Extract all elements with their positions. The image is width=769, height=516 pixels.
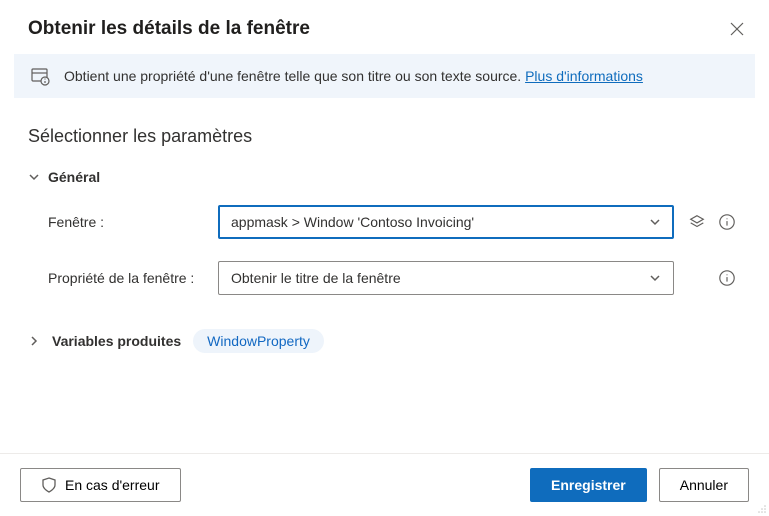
- chevron-down-icon: [649, 272, 661, 284]
- close-icon[interactable]: [729, 21, 745, 37]
- window-label: Fenêtre :: [28, 214, 218, 230]
- window-select[interactable]: appmask > Window 'Contoso Invoicing': [218, 205, 674, 239]
- chevron-down-icon: [649, 216, 661, 228]
- info-icon[interactable]: [718, 213, 736, 231]
- shield-icon: [41, 477, 57, 493]
- window-select-value: appmask > Window 'Contoso Invoicing': [231, 214, 474, 230]
- property-select-value: Obtenir le titre de la fenêtre: [231, 270, 401, 286]
- save-button[interactable]: Enregistrer: [530, 468, 647, 502]
- group-general-header[interactable]: Général: [28, 169, 741, 185]
- section-title: Sélectionner les paramètres: [28, 126, 741, 147]
- on-error-label: En cas d'erreur: [65, 477, 160, 493]
- layers-icon[interactable]: [688, 213, 706, 231]
- banner-text: Obtient une propriété d'une fenêtre tell…: [64, 68, 525, 84]
- info-banner: Obtient une propriété d'une fenêtre tell…: [14, 54, 755, 98]
- window-info-icon: [30, 66, 50, 86]
- on-error-button[interactable]: En cas d'erreur: [20, 468, 181, 502]
- property-select[interactable]: Obtenir le titre de la fenêtre: [218, 261, 674, 295]
- property-label: Propriété de la fenêtre :: [28, 270, 218, 286]
- resize-grip-icon[interactable]: [757, 504, 767, 514]
- info-icon[interactable]: [718, 269, 736, 287]
- group-general-label: Général: [48, 169, 100, 185]
- dialog-title: Obtenir les détails de la fenêtre: [28, 18, 310, 40]
- variable-chip[interactable]: WindowProperty: [193, 329, 324, 353]
- chevron-down-icon: [28, 171, 40, 183]
- more-info-link[interactable]: Plus d'informations: [525, 68, 643, 84]
- variables-produced-label[interactable]: Variables produites: [52, 333, 181, 349]
- chevron-right-icon[interactable]: [28, 335, 40, 347]
- cancel-button[interactable]: Annuler: [659, 468, 749, 502]
